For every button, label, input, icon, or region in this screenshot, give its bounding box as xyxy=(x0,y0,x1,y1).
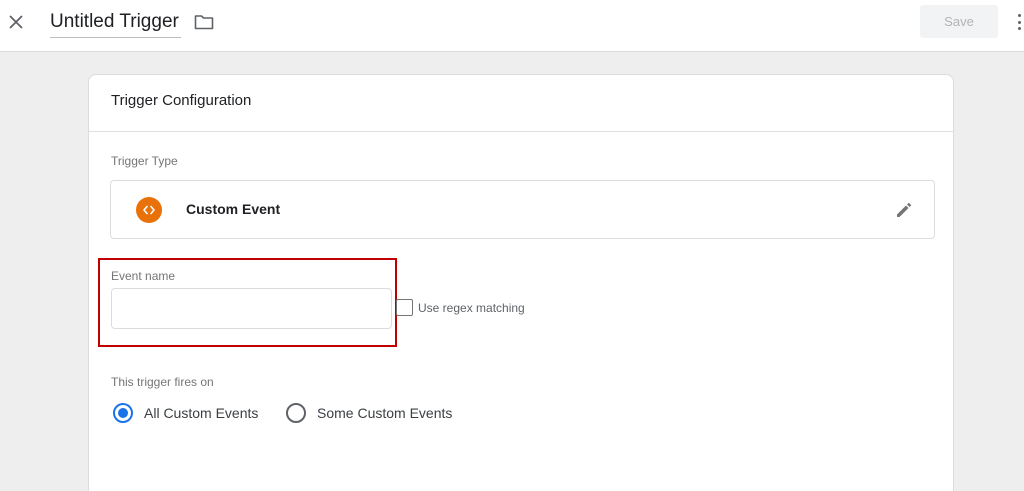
pencil-icon xyxy=(897,202,912,217)
card-header: Trigger Configuration xyxy=(89,75,953,132)
trigger-type-label: Trigger Type xyxy=(111,154,178,168)
fires-on-label: This trigger fires on xyxy=(111,375,214,389)
close-button[interactable] xyxy=(4,10,28,34)
regex-label: Use regex matching xyxy=(418,301,525,315)
code-brackets-icon xyxy=(136,197,162,223)
trigger-configuration-card: Trigger Configuration Trigger Type Custo… xyxy=(88,74,954,491)
top-bar: Untitled Trigger Save xyxy=(0,0,1024,52)
radio-all-custom-events[interactable] xyxy=(113,403,133,423)
trigger-type-selector[interactable]: Custom Event xyxy=(110,180,935,239)
card-title: Trigger Configuration xyxy=(111,92,252,109)
trigger-title[interactable]: Untitled Trigger xyxy=(50,8,181,38)
close-icon xyxy=(9,15,23,29)
event-name-input[interactable] xyxy=(111,288,392,329)
save-button[interactable]: Save xyxy=(920,5,998,38)
event-name-label: Event name xyxy=(111,269,176,283)
radio-label-some-custom-events: Some Custom Events xyxy=(317,405,453,421)
trigger-type-name: Custom Event xyxy=(186,201,281,217)
folder-button[interactable] xyxy=(193,12,215,32)
folder-icon xyxy=(194,15,214,30)
more-vert-icon[interactable] xyxy=(1014,11,1024,33)
edit-trigger-type-button[interactable] xyxy=(893,199,915,221)
regex-checkbox[interactable] xyxy=(396,299,413,316)
radio-label-all-custom-events: All Custom Events xyxy=(144,405,259,421)
radio-some-custom-events[interactable] xyxy=(286,403,306,423)
